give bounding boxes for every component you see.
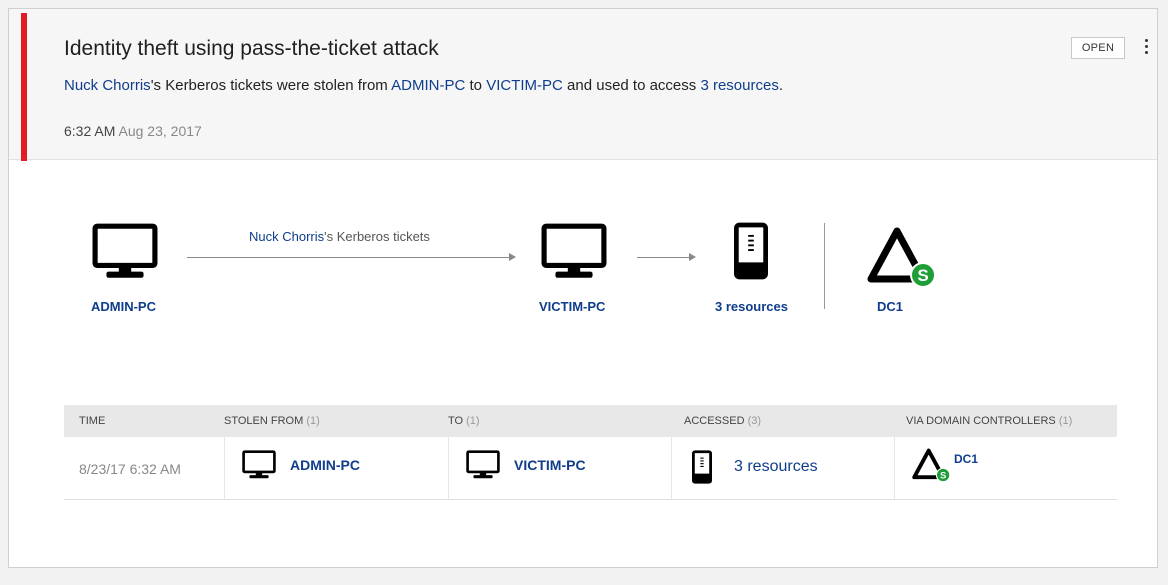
source-computer-node[interactable] [92, 223, 158, 281]
alert-date: Aug 23, 2017 [118, 123, 202, 139]
server-icon [734, 222, 768, 280]
alert-description: Nuck Chorris's Kerberos tickets were sto… [64, 77, 783, 94]
target-computer-link[interactable]: VICTIM-PC [486, 77, 563, 94]
table-header: TIME STOLEN FROM (1) TO (1) ACCESSED (3)… [64, 405, 1117, 437]
th-stolen-from: STOLEN FROM (1) [224, 415, 320, 427]
desc-text-1: 's Kerberos tickets were stolen from [150, 77, 392, 94]
arrow-head-icon [689, 253, 696, 261]
alert-card: Identity theft using pass-the-ticket att… [8, 8, 1158, 568]
column-divider [894, 437, 895, 499]
desc-text-2: to [465, 77, 487, 94]
row-to[interactable]: VICTIM-PC [466, 451, 586, 479]
column-divider [671, 437, 672, 499]
th-via-domain-controllers: VIA DOMAIN CONTROLLERS (1) [906, 415, 1073, 427]
column-divider [224, 437, 225, 499]
row-via-dc[interactable]: DC1 [912, 447, 978, 483]
column-divider [448, 437, 449, 499]
arrow-source-to-target [187, 257, 510, 258]
edge-label-suffix: 's Kerberos tickets [324, 229, 430, 244]
row-accessed-link[interactable]: 3 resources [734, 458, 818, 476]
resources-node[interactable] [734, 222, 768, 280]
graph-divider [824, 223, 825, 309]
source-computer-label[interactable]: ADMIN-PC [91, 299, 156, 314]
domain-controller-icon [912, 447, 952, 483]
row-via-dc-link[interactable]: DC1 [954, 452, 978, 466]
desc-text-3: and used to access [562, 77, 701, 94]
status-button[interactable]: OPEN [1071, 37, 1125, 59]
resources-link[interactable]: 3 resources [700, 77, 778, 94]
row-stolen-from-link[interactable]: ADMIN-PC [290, 457, 360, 473]
user-link[interactable]: Nuck Chorris [64, 77, 151, 94]
target-computer-label[interactable]: VICTIM-PC [539, 299, 605, 314]
arrow-head-icon [509, 253, 516, 261]
alert-time: 6:32 AM [64, 123, 116, 139]
desc-text-4: . [778, 77, 783, 94]
domain-controller-node[interactable] [867, 225, 939, 289]
th-time: TIME [79, 415, 106, 427]
target-computer-node[interactable] [541, 223, 607, 281]
table-row: 8/23/17 6:32 AM ADMIN-PC VICTIM-PC 3 res… [64, 437, 1117, 500]
edge-label: Nuck Chorris's Kerberos tickets [249, 229, 430, 244]
th-accessed: ACCESSED (3) [684, 415, 762, 427]
th-to: TO (1) [448, 415, 480, 427]
domain-controller-icon [867, 225, 939, 289]
domain-controller-label[interactable]: DC1 [877, 299, 903, 314]
arrow-target-to-resources [637, 257, 690, 258]
monitor-icon [242, 450, 276, 480]
row-to-link[interactable]: VICTIM-PC [514, 457, 586, 473]
row-stolen-from[interactable]: ADMIN-PC [242, 451, 360, 479]
more-options-icon[interactable] [1141, 35, 1151, 57]
edge-user-link[interactable]: Nuck Chorris [249, 229, 324, 244]
monitor-icon [92, 223, 158, 281]
server-icon [692, 449, 712, 485]
alert-title: Identity theft using pass-the-ticket att… [64, 37, 439, 60]
row-accessed[interactable]: 3 resources [692, 447, 818, 487]
monitor-icon [541, 223, 607, 281]
monitor-icon [466, 450, 500, 480]
alert-timestamp: 6:32 AM Aug 23, 2017 [64, 123, 202, 139]
severity-indicator [21, 13, 27, 161]
row-time: 8/23/17 6:32 AM [79, 461, 181, 477]
resources-label[interactable]: 3 resources [715, 299, 788, 314]
source-computer-link[interactable]: ADMIN-PC [391, 77, 465, 94]
